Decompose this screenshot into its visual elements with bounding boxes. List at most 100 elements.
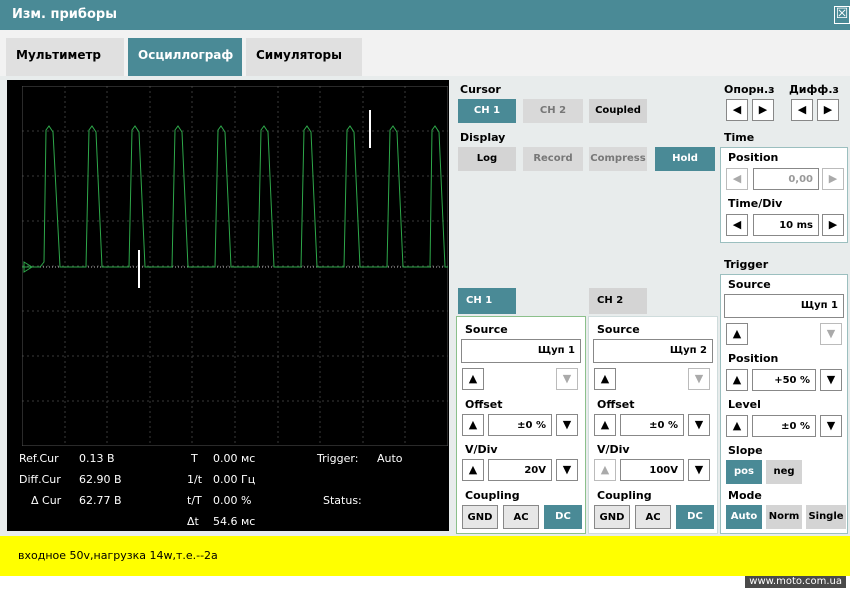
reference-right-arrow-icon[interactable]: ▶ [752,99,774,121]
ref-cur-label: Ref.Cur [19,452,59,465]
ch2-tab[interactable]: CH 2 [589,288,647,314]
tab-simulators[interactable]: Симуляторы [246,38,362,76]
time-position-value: 0,00 [753,168,819,190]
ch1-tab[interactable]: CH 1 [458,288,516,314]
mode-auto-button[interactable]: Auto [726,505,762,529]
display-record-button[interactable]: Record [523,147,583,171]
tab-bar: Мультиметр Осциллограф Симуляторы [0,30,850,76]
ref-cur-value: 0.13 В [79,452,115,465]
ch2-gnd-button[interactable]: GND [594,505,630,529]
cursor-ch1-button[interactable]: CH 1 [458,99,516,123]
trigger-mode-label: Mode [728,489,762,502]
display-hold-button[interactable]: Hold [655,147,715,171]
display-log-button[interactable]: Log [458,147,516,171]
ch2-source-label: Source [597,323,640,336]
dt-value: 54.6 мс [213,515,256,528]
trigger-slope-label: Slope [728,444,763,457]
ch2-offset-up-icon[interactable]: ▲ [594,414,616,436]
ch2-ac-button[interactable]: AC [635,505,671,529]
reference-left-arrow-icon[interactable]: ◀ [726,99,748,121]
ch2-offset-label: Offset [597,398,635,411]
ch1-source-select[interactable]: Щуп 1 [461,339,581,363]
time-title: Time [724,131,755,144]
ch1-offset-down-icon[interactable]: ▼ [556,414,578,436]
difference-left-arrow-icon[interactable]: ◀ [791,99,813,121]
timediv-right-icon[interactable]: ▶ [822,214,844,236]
ch1-dc-button[interactable]: DC [544,505,582,529]
diff-cur-value: 62.90 В [79,473,122,486]
difference-right-arrow-icon[interactable]: ▶ [817,99,839,121]
tab-oscilloscope[interactable]: Осциллограф [128,38,242,76]
trigger-source-down-icon[interactable]: ▼ [820,323,842,345]
timediv-label: Time/Div [728,197,783,210]
time-position-right-icon[interactable]: ▶ [822,168,844,190]
delta-cur-label: Δ Cur [31,494,62,507]
cursor-ch2-button[interactable]: CH 2 [523,99,583,123]
mode-norm-button[interactable]: Norm [766,505,802,529]
ch1-offset-up-icon[interactable]: ▲ [462,414,484,436]
trigger-source-up-icon[interactable]: ▲ [726,323,748,345]
trigger-source-label: Source [728,278,771,291]
trigger-value: Auto [377,452,403,465]
ch2-offset-value: ±0 % [620,414,684,436]
ch1-ac-button[interactable]: AC [503,505,539,529]
trigger-level-value: ±0 % [752,415,816,437]
trigger-title: Trigger [724,258,769,271]
ch1-vdiv-value: 20V [488,459,552,481]
timediv-value: 10 ms [753,214,819,236]
trigger-position-up-icon[interactable]: ▲ [726,369,748,391]
note-banner: входное 50v,нагрузка 14w,т.е.--2а [0,536,850,576]
ch1-source-up-icon[interactable]: ▲ [462,368,484,390]
status-label: Status: [323,494,362,507]
oscilloscope-screen: Ref.Cur 0.13 В Diff.Cur 62.90 В Δ Cur 62… [7,80,449,531]
trigger-level-label: Level [728,398,761,411]
dt-label: Δt [187,515,199,528]
ch1-coupling-label: Coupling [465,489,520,502]
ch2-vdiv-value: 100V [620,459,684,481]
ch1-vdiv-up-icon[interactable]: ▲ [462,459,484,481]
trigger-source-select[interactable]: Щуп 1 [724,294,844,318]
display-title: Display [460,131,506,144]
timediv-left-icon[interactable]: ◀ [726,214,748,236]
ch2-offset-down-icon[interactable]: ▼ [688,414,710,436]
inv-t-value: 0.00 Гц [213,473,256,486]
watermark: www.moto.com.ua [745,576,846,588]
cursor-coupled-button[interactable]: Coupled [589,99,647,123]
slope-neg-button[interactable]: neg [766,460,802,484]
trigger-level-down-icon[interactable]: ▼ [820,415,842,437]
ch1-offset-value: ±0 % [488,414,552,436]
trigger-level-up-icon[interactable]: ▲ [726,415,748,437]
trigger-position-label: Position [728,352,779,365]
ch1-source-label: Source [465,323,508,336]
tab-multimeter[interactable]: Мультиметр [6,38,124,76]
mode-single-button[interactable]: Single [806,505,846,529]
ch2-source-up-icon[interactable]: ▲ [594,368,616,390]
time-position-label: Position [728,151,779,164]
trigger-position-down-icon[interactable]: ▼ [820,369,842,391]
time-position-left-icon[interactable]: ◀ [726,168,748,190]
reference-label: Опорн.з [724,83,775,96]
diff-cur-label: Diff.Cur [19,473,61,486]
ch2-vdiv-down-icon[interactable]: ▼ [688,459,710,481]
t-over-T-value: 0.00 % [213,494,252,507]
delta-cur-value: 62.77 В [79,494,122,507]
slope-pos-button[interactable]: pos [726,460,762,484]
ch1-vdiv-down-icon[interactable]: ▼ [556,459,578,481]
ch1-source-down-icon[interactable]: ▼ [556,368,578,390]
display-compress-button[interactable]: Compress [589,147,647,171]
ch1-offset-label: Offset [465,398,503,411]
window-title: Изм. приборы [0,0,850,30]
ch2-dc-button[interactable]: DC [676,505,714,529]
ch1-vdiv-label: V/Div [465,443,498,456]
ch1-gnd-button[interactable]: GND [462,505,498,529]
ch2-source-down-icon[interactable]: ▼ [688,368,710,390]
inv-t-label: 1/t [187,473,203,486]
cursor-title: Cursor [460,83,501,96]
ch2-source-select[interactable]: Щуп 2 [593,339,713,363]
ch2-vdiv-up-icon[interactable]: ▲ [594,459,616,481]
t-label: T [191,452,198,465]
close-icon[interactable]: ☒ [834,6,850,24]
ch2-vdiv-label: V/Div [597,443,630,456]
ch2-coupling-label: Coupling [597,489,652,502]
trigger-position-value: +50 % [752,369,816,391]
